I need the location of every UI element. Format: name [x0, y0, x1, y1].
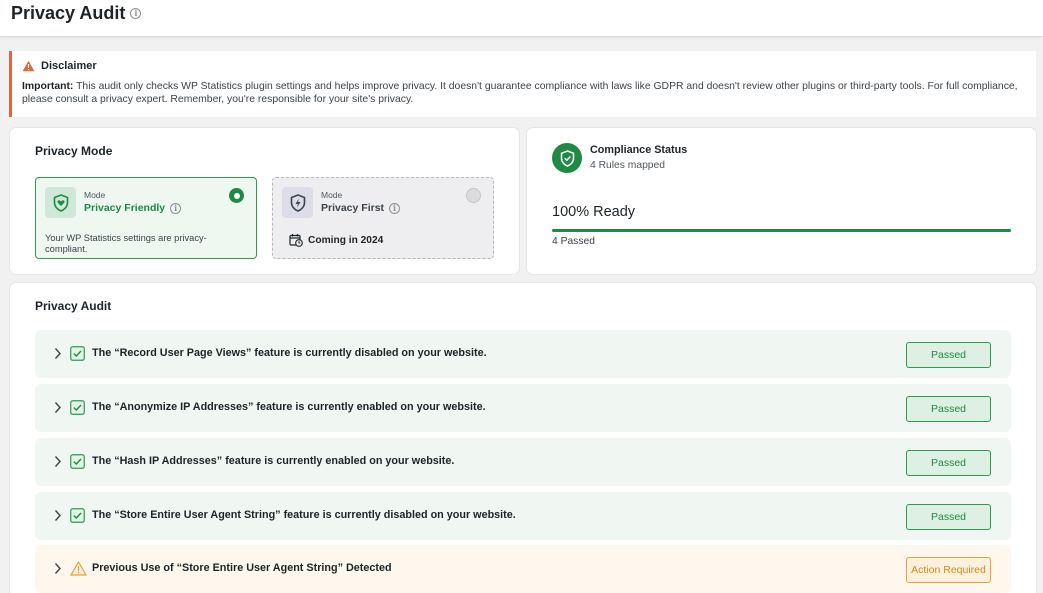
disclaimer-important-label: Important: — [22, 81, 74, 92]
warning-triangle-icon — [22, 60, 35, 72]
info-circle-icon[interactable]: i — [170, 202, 182, 214]
audit-row[interactable]: The “Store Entire User Agent String” fea… — [35, 492, 1011, 540]
audit-row-text: The “Anonymize IP Addresses” feature is … — [92, 401, 486, 413]
compliance-subtitle: 4 Rules mapped — [590, 160, 665, 171]
disclaimer-text: Important: This audit only checks WP Sta… — [22, 81, 1026, 106]
status-badge: Passed — [906, 342, 991, 368]
disclaimer-body: This audit only checks WP Statistics plu… — [22, 81, 1018, 105]
shield-bolt-icon — [282, 187, 313, 218]
privacy-audit-card: Privacy Audit The “Record User Page View… — [10, 283, 1036, 593]
mode-description: Your WP Statistics settings are privacy-… — [45, 233, 207, 254]
mode-option-privacy-friendly[interactable]: Mode Privacy Friendly i Your WP Statisti… — [35, 177, 257, 259]
compliance-passed: 4 Passed — [552, 236, 595, 247]
status-badge: Passed — [906, 504, 991, 530]
info-circle-icon[interactable]: i — [389, 202, 401, 214]
audit-row[interactable]: The “Anonymize IP Addresses” feature is … — [35, 384, 1011, 432]
disclaimer-notice: Disclaimer Important: This audit only ch… — [9, 51, 1036, 117]
status-badge: Passed — [906, 396, 991, 422]
coming-soon-text: Coming in 2024 — [308, 234, 384, 246]
privacy-mode-card: Privacy Mode Mode Privacy Friendly i You… — [10, 128, 519, 274]
mode-name-first-text: Privacy First — [321, 202, 385, 214]
checkbox-checked-icon — [70, 454, 85, 469]
mode-small-label: Mode — [84, 190, 106, 200]
mode-name-friendly-text: Privacy Friendly — [84, 202, 166, 214]
status-badge[interactable]: Action Required — [906, 557, 991, 583]
compliance-status-card: Compliance Status 4 Rules mapped 100% Re… — [527, 128, 1036, 274]
disclaimer-title: Disclaimer — [41, 60, 97, 72]
coming-soon: Coming in 2024 — [289, 233, 383, 247]
audit-row-text: The “Record User Page Views” feature is … — [92, 347, 487, 359]
calendar-clock-icon — [289, 234, 303, 247]
audit-row-text: The “Hash IP Addresses” feature is curre… — [92, 455, 455, 467]
chevron-right-icon[interactable] — [54, 401, 62, 414]
audit-row-text: The “Store Entire User Agent String” fea… — [92, 509, 516, 521]
info-circle-icon[interactable]: i — [130, 8, 142, 19]
compliance-ready: 100% Ready — [552, 204, 636, 220]
mode-small-label: Mode — [321, 190, 343, 200]
chevron-right-icon[interactable] — [54, 562, 62, 575]
audit-row[interactable]: The “Hash IP Addresses” feature is curre… — [35, 438, 1011, 486]
page-title-text: Privacy Audit — [11, 3, 126, 23]
privacy-audit-title: Privacy Audit — [35, 299, 112, 313]
audit-row[interactable]: The “Record User Page Views” feature is … — [35, 330, 1011, 378]
compliance-progress-bar — [552, 229, 1011, 232]
warning-triangle-icon — [70, 561, 87, 576]
privacy-mode-title: Privacy Mode — [35, 144, 113, 158]
audit-row-text: Previous Use of “Store Entire User Agent… — [92, 562, 392, 574]
chevron-right-icon[interactable] — [54, 509, 62, 522]
checkbox-checked-icon — [70, 346, 85, 361]
chevron-right-icon[interactable] — [54, 455, 62, 468]
mode-name-first: Privacy First i — [321, 202, 401, 214]
page-title: Privacy Audit i — [11, 3, 142, 24]
checkbox-checked-icon — [70, 400, 85, 415]
checkbox-checked-icon — [70, 508, 85, 523]
radio-unselected[interactable] — [466, 188, 481, 203]
shield-check-icon — [552, 143, 582, 173]
top-bar: Privacy Audit i — [0, 0, 1043, 37]
radio-selected[interactable] — [229, 188, 244, 203]
chevron-right-icon[interactable] — [54, 347, 62, 360]
compliance-progress-fill — [552, 229, 1011, 232]
mode-option-privacy-first[interactable]: Mode Privacy First i Coming in 2024 — [272, 177, 494, 259]
status-badge: Passed — [906, 450, 991, 476]
compliance-title: Compliance Status — [590, 144, 688, 156]
shield-heart-icon — [45, 187, 76, 218]
audit-row[interactable]: Previous Use of “Store Entire User Agent… — [35, 545, 1011, 593]
mode-name-friendly: Privacy Friendly i — [84, 202, 182, 214]
